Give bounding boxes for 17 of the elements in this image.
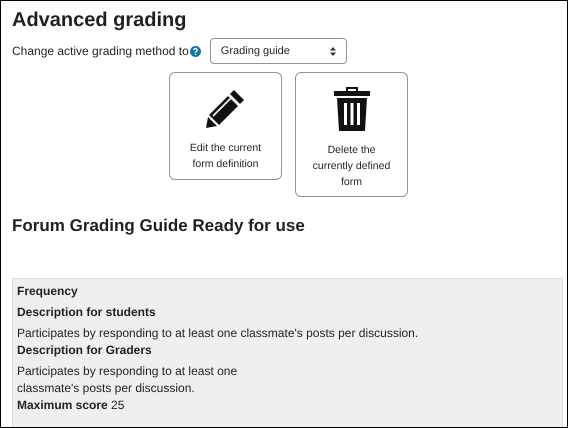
description-text: Participates by responding to at least one classmate's posts per discussion. <box>17 363 238 397</box>
trash-icon <box>332 87 370 131</box>
criterion-name: Frequency <box>17 283 79 300</box>
sort-caret-icon <box>330 46 336 56</box>
section-label: Description for students <box>17 304 157 321</box>
guide-heading: Forum Grading Guide Ready for use <box>12 216 306 236</box>
pencil-icon <box>204 87 246 129</box>
method-label: Change active grading method to <box>12 44 189 58</box>
section-label: Description for Graders <box>17 342 153 359</box>
delete-form-button[interactable]: Delete the currently defined form <box>295 72 408 197</box>
description-text: Participates by responding to at least one classmate's posts per discussion. <box>17 325 420 342</box>
page-title: Advanced grading <box>12 8 188 32</box>
max-score-label: Maximum score <box>17 398 108 412</box>
method-select[interactable]: Grading guide <box>210 38 347 64</box>
max-score-value: 25 <box>111 398 124 412</box>
help-icon[interactable] <box>190 46 201 56</box>
edit-form-button[interactable]: Edit the current form definition <box>169 72 282 180</box>
